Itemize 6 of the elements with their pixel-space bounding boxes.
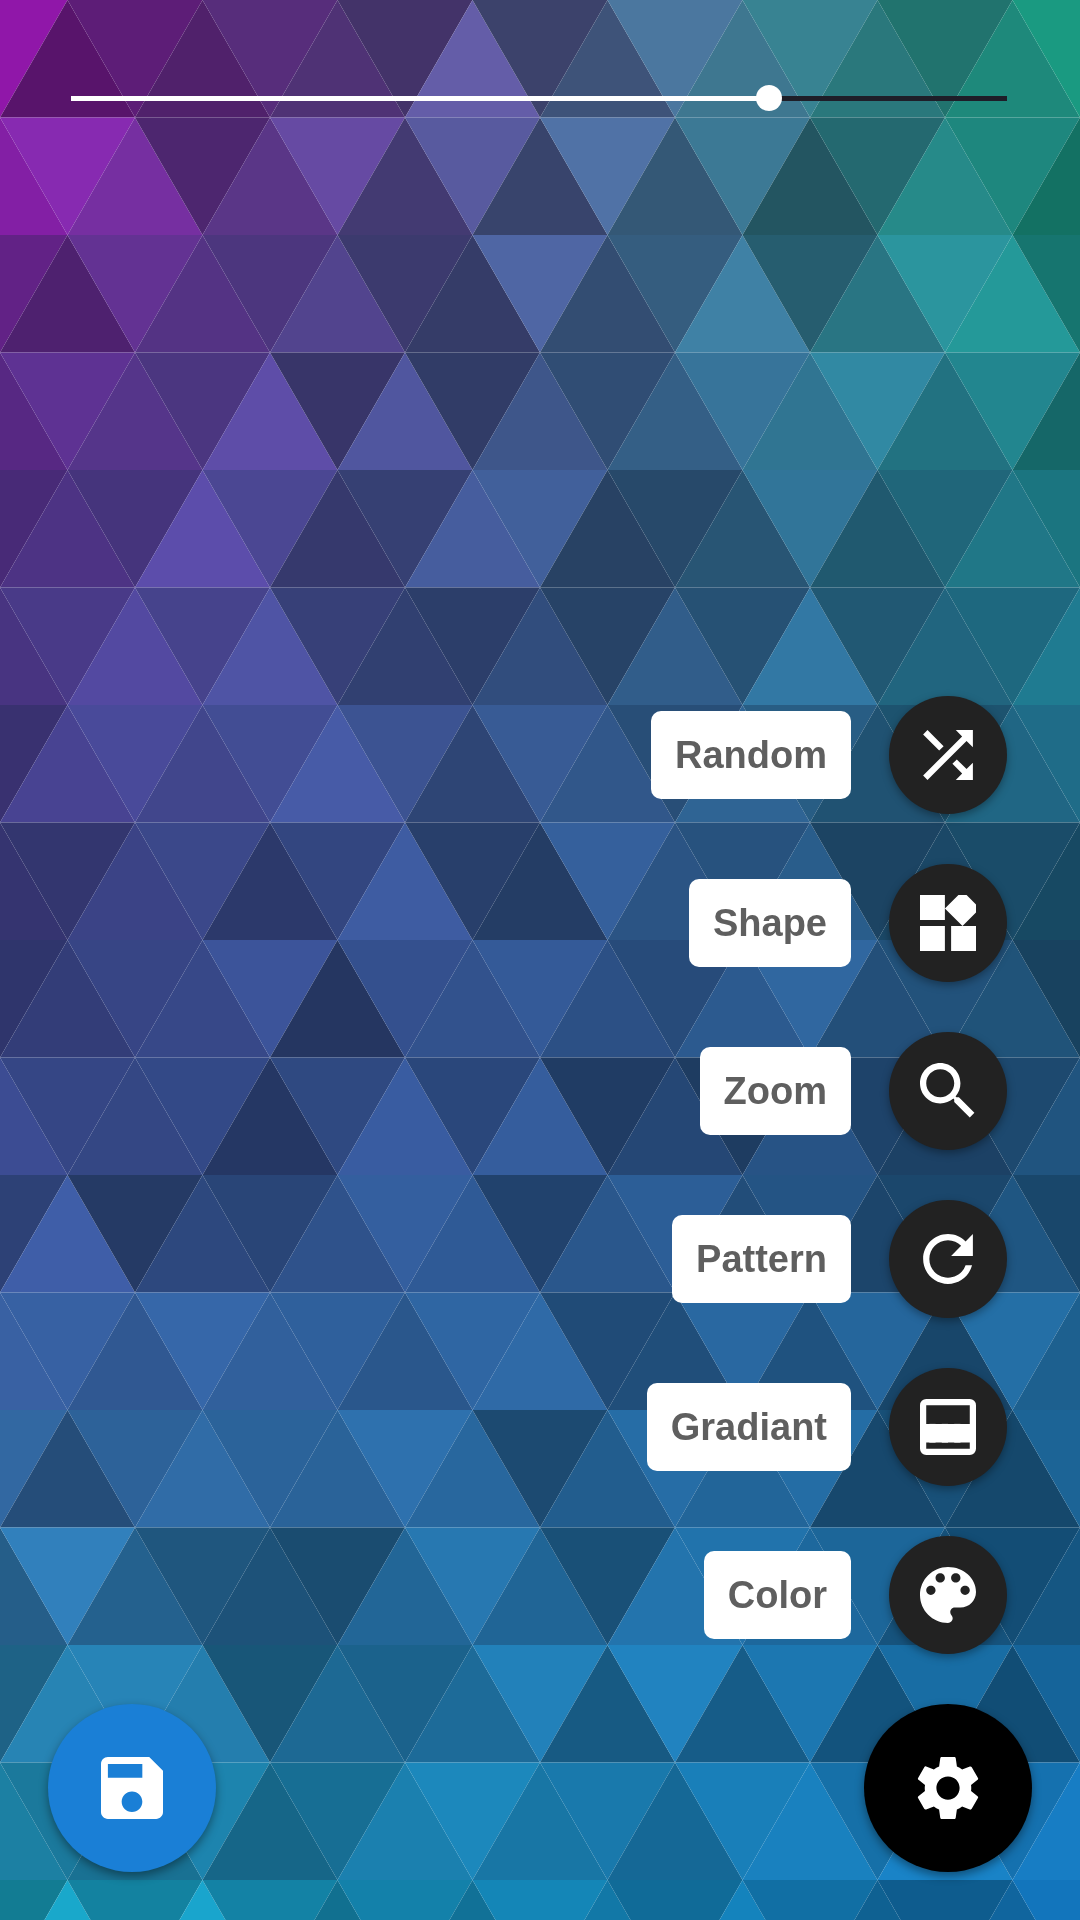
action-label: Random bbox=[651, 711, 851, 799]
action-label: Pattern bbox=[672, 1215, 851, 1303]
action-label: Gradiant bbox=[646, 1383, 851, 1471]
action-label: Shape bbox=[688, 879, 851, 967]
action-label: Color bbox=[703, 1551, 851, 1639]
action-label: Zoom bbox=[699, 1047, 851, 1135]
